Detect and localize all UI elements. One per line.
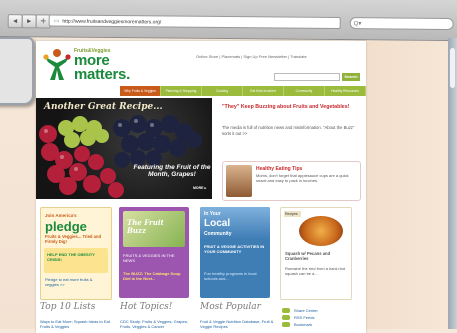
pledge-join-text: Join America's <box>45 213 77 218</box>
site-search-input[interactable] <box>274 73 340 81</box>
tip-body: Moms, don't forget that applesauce cups … <box>256 173 349 183</box>
pledge-callout-text: HELP END THE OBESITY CRISIS! <box>47 252 95 262</box>
hero-banner[interactable]: Another Great Recipe... Featuring the Fr… <box>36 98 212 199</box>
floating-window-frame <box>0 37 34 105</box>
local-heading: FRUIT & VEGGIE ACTIVITIES IN YOUR COMMUN… <box>204 244 265 254</box>
feature-body: The media is full of nutrition news and … <box>222 125 355 136</box>
nav-item-resources[interactable]: Healthy Resources <box>325 86 366 96</box>
top10-links[interactable]: Ways to Eat More; Squash Ideas to Eat Fr… <box>40 319 120 329</box>
main-nav: Why Fruits & Veggies Planning & Shopping… <box>120 86 366 96</box>
scrollbar-thumb[interactable] <box>450 48 455 88</box>
site-search-button[interactable]: Search <box>342 73 360 81</box>
rss-feeds-link[interactable]: RSS Feeds <box>280 314 360 321</box>
top10-heading: Top 10 Lists <box>40 302 96 312</box>
most-popular-heading: Most Popular <box>200 302 261 312</box>
nav-item-community[interactable]: Community <box>284 86 325 96</box>
logo-word-matters: matters. <box>74 66 130 83</box>
hero-subhead: Featuring the Fruit of the Month, Grapes… <box>133 164 211 178</box>
mom-child-photo <box>226 165 252 197</box>
pledge-tile[interactable]: Join America's pledge Fruits & Veggies..… <box>40 207 112 300</box>
figure-icon <box>43 49 71 80</box>
page-margin <box>366 41 448 329</box>
local-line-1: In Your <box>204 211 221 217</box>
hot-topics-heading: Hot Topics! <box>120 302 173 312</box>
healthy-tips-box[interactable]: Healthy Eating Tips Moms, don't forget t… <box>222 161 361 201</box>
scrollbar[interactable] <box>448 38 457 329</box>
share-center-link[interactable]: Share Center <box>280 307 360 314</box>
back-button[interactable]: ◂ <box>7 14 23 29</box>
pledge-link[interactable]: Pledge to eat more fruits & veggies >> <box>45 277 107 287</box>
recipe-tab[interactable]: Recipes <box>284 211 301 217</box>
pledge-heading: pledge <box>45 219 87 234</box>
recipe-image <box>299 216 343 246</box>
site-logo[interactable]: Fruits&Veggies more matters. <box>42 46 130 84</box>
forward-button[interactable]: ▸ <box>21 14 37 29</box>
logo-wordmark: more matters. <box>74 53 130 83</box>
local-community-tile[interactable]: In Your Local Community FRUIT & VEGGIE A… <box>200 207 270 298</box>
search-icon: Q▾ <box>353 21 362 28</box>
browser-search-field[interactable]: Q▾ <box>349 17 454 31</box>
pledge-sub: Fruits & Veggies... Tried and Firmly Dig… <box>45 234 102 244</box>
buzz-image: The Fruit Buzz <box>123 211 185 247</box>
nav-item-why[interactable]: Why Fruits & Veggies <box>120 86 161 96</box>
nav-item-planning[interactable]: Planning & Shopping <box>161 86 202 96</box>
local-line-2: Local <box>204 218 231 229</box>
url-text: http://www.fruitsandveggiesmorematters.o… <box>62 18 162 26</box>
nav-item-cooking[interactable]: Cooking <box>202 86 243 96</box>
most-popular-links[interactable]: Fruit & Veggie Nutrition Database; Fruit… <box>200 319 280 329</box>
local-line-3: Community <box>204 231 232 237</box>
grapes-image <box>39 115 202 198</box>
buzz-image-text: The Fruit Buzz <box>127 218 164 235</box>
recipe-title[interactable]: Squash w/ Pecans and Cranberries <box>285 251 349 261</box>
local-link[interactable]: Fun healthy programs in local schools an… <box>204 271 266 281</box>
nav-item-kids[interactable]: Eat Kids Involved <box>243 86 284 96</box>
recipe-body: Romaine the rind from a hard-rind squash… <box>285 266 346 276</box>
hero-more-link[interactable]: MORE ▸ <box>193 186 206 190</box>
recipe-tile[interactable]: Recipes Squash w/ Pecans and Cranberries… <box>280 207 352 300</box>
buzz-link[interactable]: The BUZZ: The Cabbage Soup Diet is the N… <box>123 271 185 281</box>
utility-links[interactable]: Online Store | Placemats | Sign Up Free … <box>196 54 307 59</box>
address-bar[interactable]: ▭ http://www.fruitsandveggiesmorematters.… <box>48 14 341 30</box>
buzz-heading: FRUITS & VEGGIES IN THE NEWS <box>123 253 175 263</box>
share-list: Share Center RSS Feeds Bookmark <box>280 307 360 328</box>
browser-toolbar: ◂ ▸ + ▭ http://www.fruitsandveggiesmorema… <box>0 0 457 42</box>
bookmark-link[interactable]: Bookmark <box>280 321 360 328</box>
buzz-tile[interactable]: The Fruit Buzz FRUITS & VEGGIES IN THE N… <box>119 207 189 298</box>
page-icon: ▭ <box>53 18 60 25</box>
web-page: Fruits&Veggies more matters. Online Stor… <box>36 41 366 333</box>
hero-headline: Another Great Recipe... <box>44 102 163 112</box>
tip-title: Healthy Eating Tips <box>256 166 303 172</box>
pledge-callout: HELP END THE OBESITY CRISIS! <box>44 248 108 273</box>
hot-topics-links[interactable]: CDC Study: Fruits & Veggies; Grapes; Fru… <box>120 319 200 329</box>
feature-headline[interactable]: "They" Keep Buzzing about Fruits and Veg… <box>222 104 357 111</box>
